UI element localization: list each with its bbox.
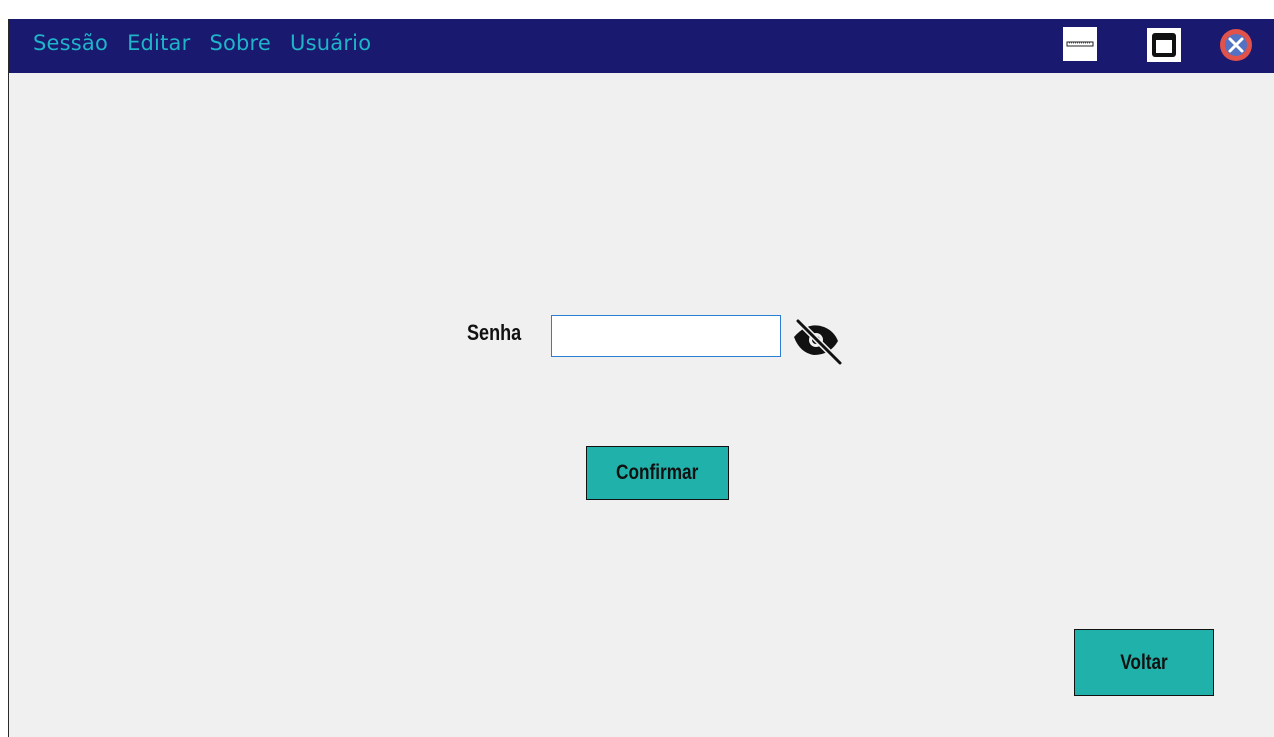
confirmar-button[interactable]: Confirmar (586, 446, 729, 500)
close-button[interactable] (1219, 28, 1253, 62)
minimize-button[interactable] (1063, 27, 1097, 61)
senha-input[interactable] (551, 315, 781, 357)
maximize-button[interactable] (1147, 28, 1181, 62)
confirmar-label: Confirmar (616, 461, 699, 484)
title-bar: Sessão Editar Sobre Usuário (9, 19, 1274, 73)
close-icon (1220, 29, 1252, 61)
maximize-icon (1152, 33, 1176, 57)
menu-item-sobre[interactable]: Sobre (209, 31, 271, 55)
menu-item-usuario[interactable]: Usuário (290, 31, 371, 55)
senha-label: Senha (467, 320, 522, 345)
menu-item-editar[interactable]: Editar (127, 31, 190, 55)
password-visibility-toggle[interactable] (790, 315, 843, 367)
voltar-button[interactable]: Voltar (1074, 629, 1214, 696)
app-window: Sessão Editar Sobre Usuário Senha Confir… (8, 19, 1274, 737)
menu-item-sessao[interactable]: Sessão (33, 31, 108, 55)
eye-slash-icon (794, 318, 843, 366)
menu-bar: Sessão Editar Sobre Usuário (33, 31, 390, 55)
voltar-label: Voltar (1120, 650, 1168, 674)
minimize-icon (1066, 41, 1094, 47)
